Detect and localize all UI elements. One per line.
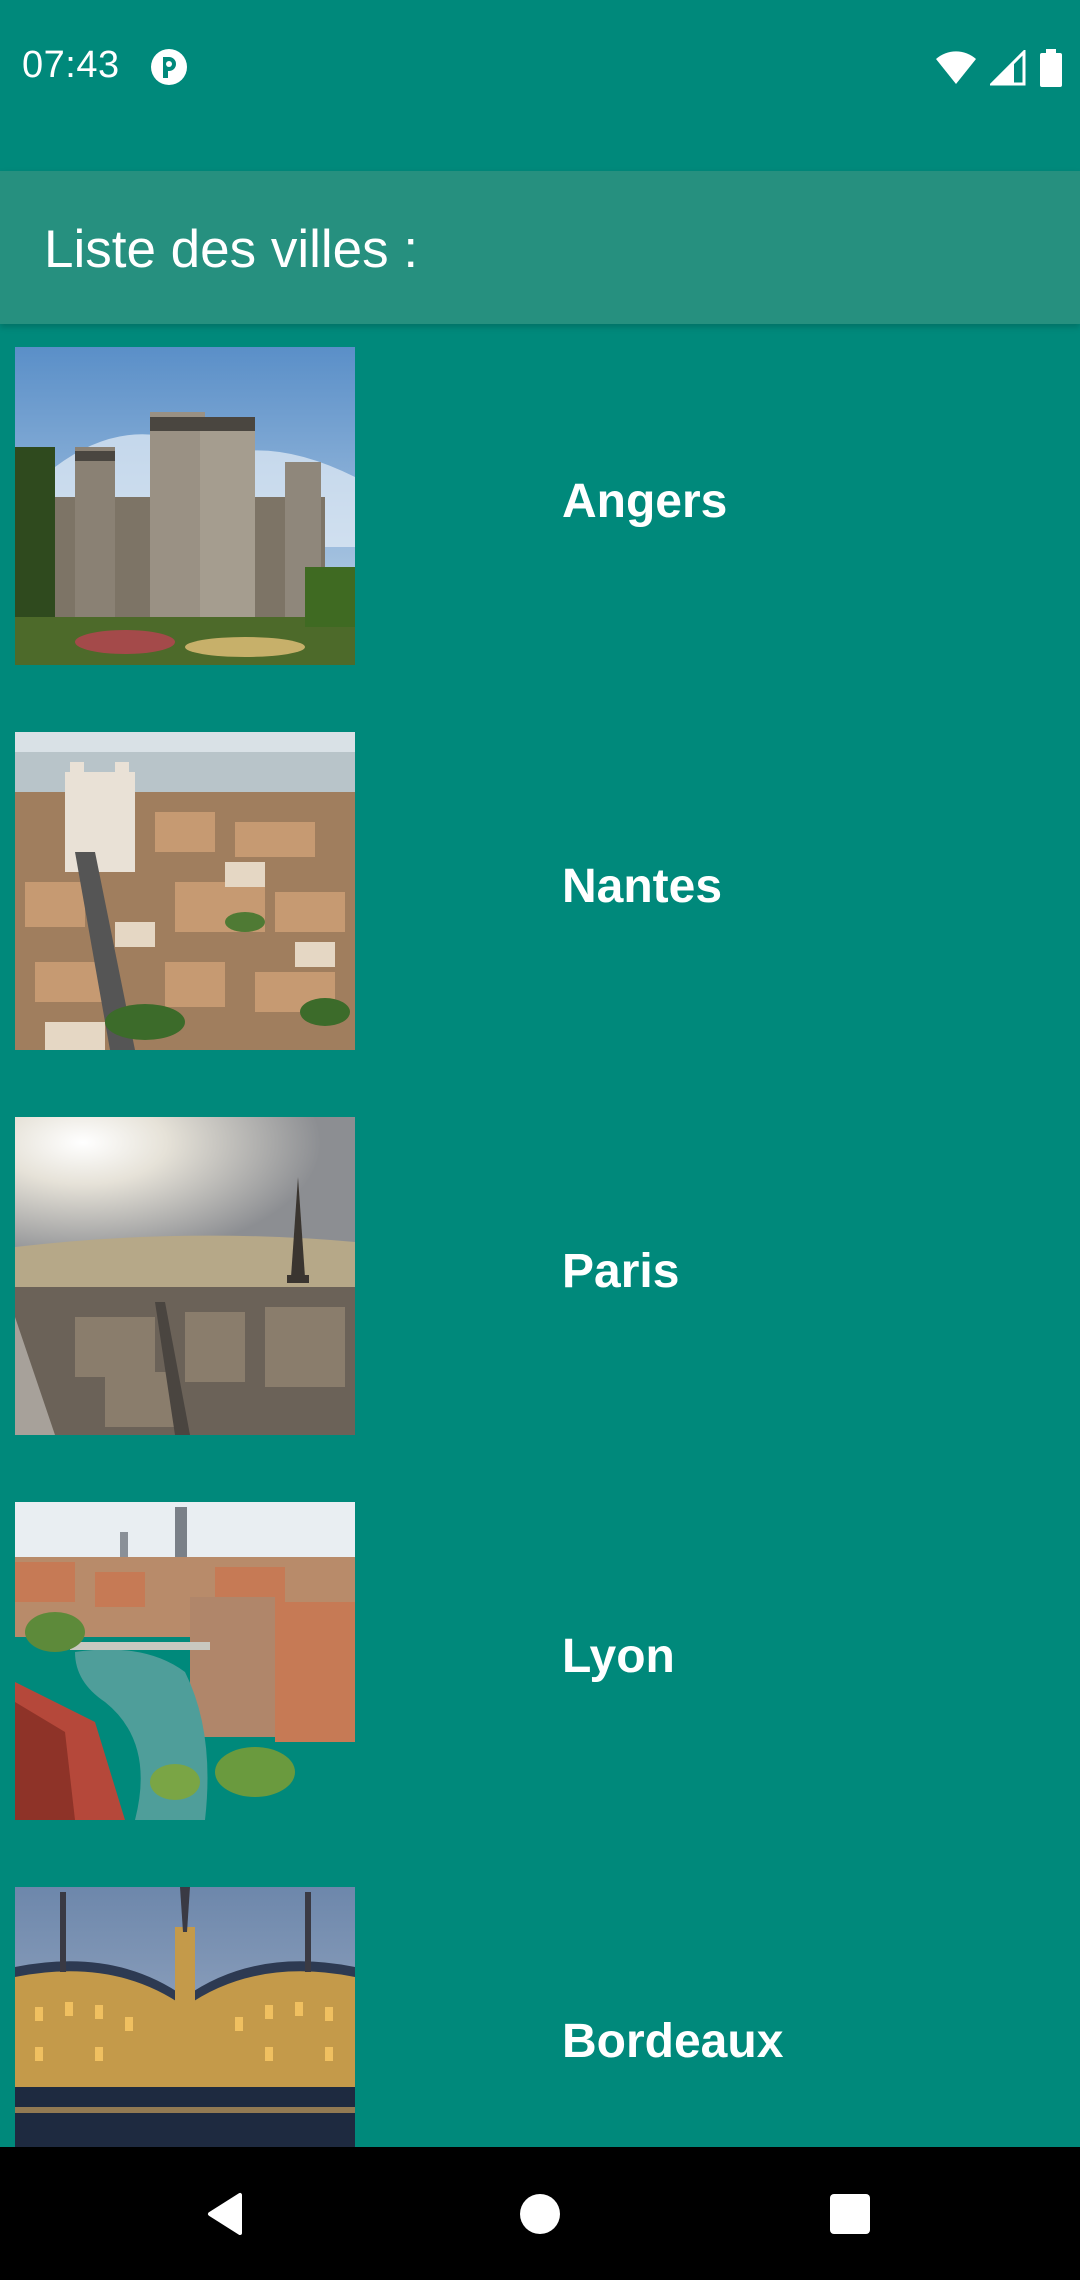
cellular-signal-icon <box>990 50 1026 86</box>
app-notification-icon <box>150 48 188 86</box>
status-icons <box>936 48 1062 88</box>
city-name: Paris <box>562 1245 680 1298</box>
angers-castle-photo <box>15 347 355 665</box>
recents-icon[interactable] <box>819 2183 881 2245</box>
list-item-nantes[interactable]: Nantes <box>0 709 1080 1094</box>
status-bar: 07:43 <box>0 0 1080 171</box>
lyon-riverside-photo <box>15 1502 355 1820</box>
city-list[interactable]: Angers Nantes Paris Lyon Bordeaux <box>0 324 1080 2147</box>
status-time: 07:43 <box>22 44 120 86</box>
list-item-paris[interactable]: Paris <box>0 1094 1080 1479</box>
list-item-angers[interactable]: Angers <box>0 324 1080 709</box>
battery-icon <box>1040 49 1062 87</box>
navigation-bar <box>0 2147 1080 2280</box>
nantes-cityscape-photo <box>15 732 355 1050</box>
city-name: Lyon <box>562 1630 675 1683</box>
city-name: Bordeaux <box>562 2015 784 2068</box>
back-icon[interactable] <box>194 2183 256 2245</box>
home-icon[interactable] <box>509 2183 571 2245</box>
wifi-icon <box>936 51 976 85</box>
bordeaux-place-de-la-bourse-photo <box>15 1887 355 2147</box>
list-item-bordeaux[interactable]: Bordeaux <box>0 1864 1080 2147</box>
page-title: Liste des villes : <box>44 220 419 279</box>
city-name: Nantes <box>562 860 723 913</box>
city-name: Angers <box>562 475 728 528</box>
app-bar: Liste des villes : <box>0 171 1080 324</box>
paris-skyline-photo <box>15 1117 355 1435</box>
list-item-lyon[interactable]: Lyon <box>0 1479 1080 1864</box>
